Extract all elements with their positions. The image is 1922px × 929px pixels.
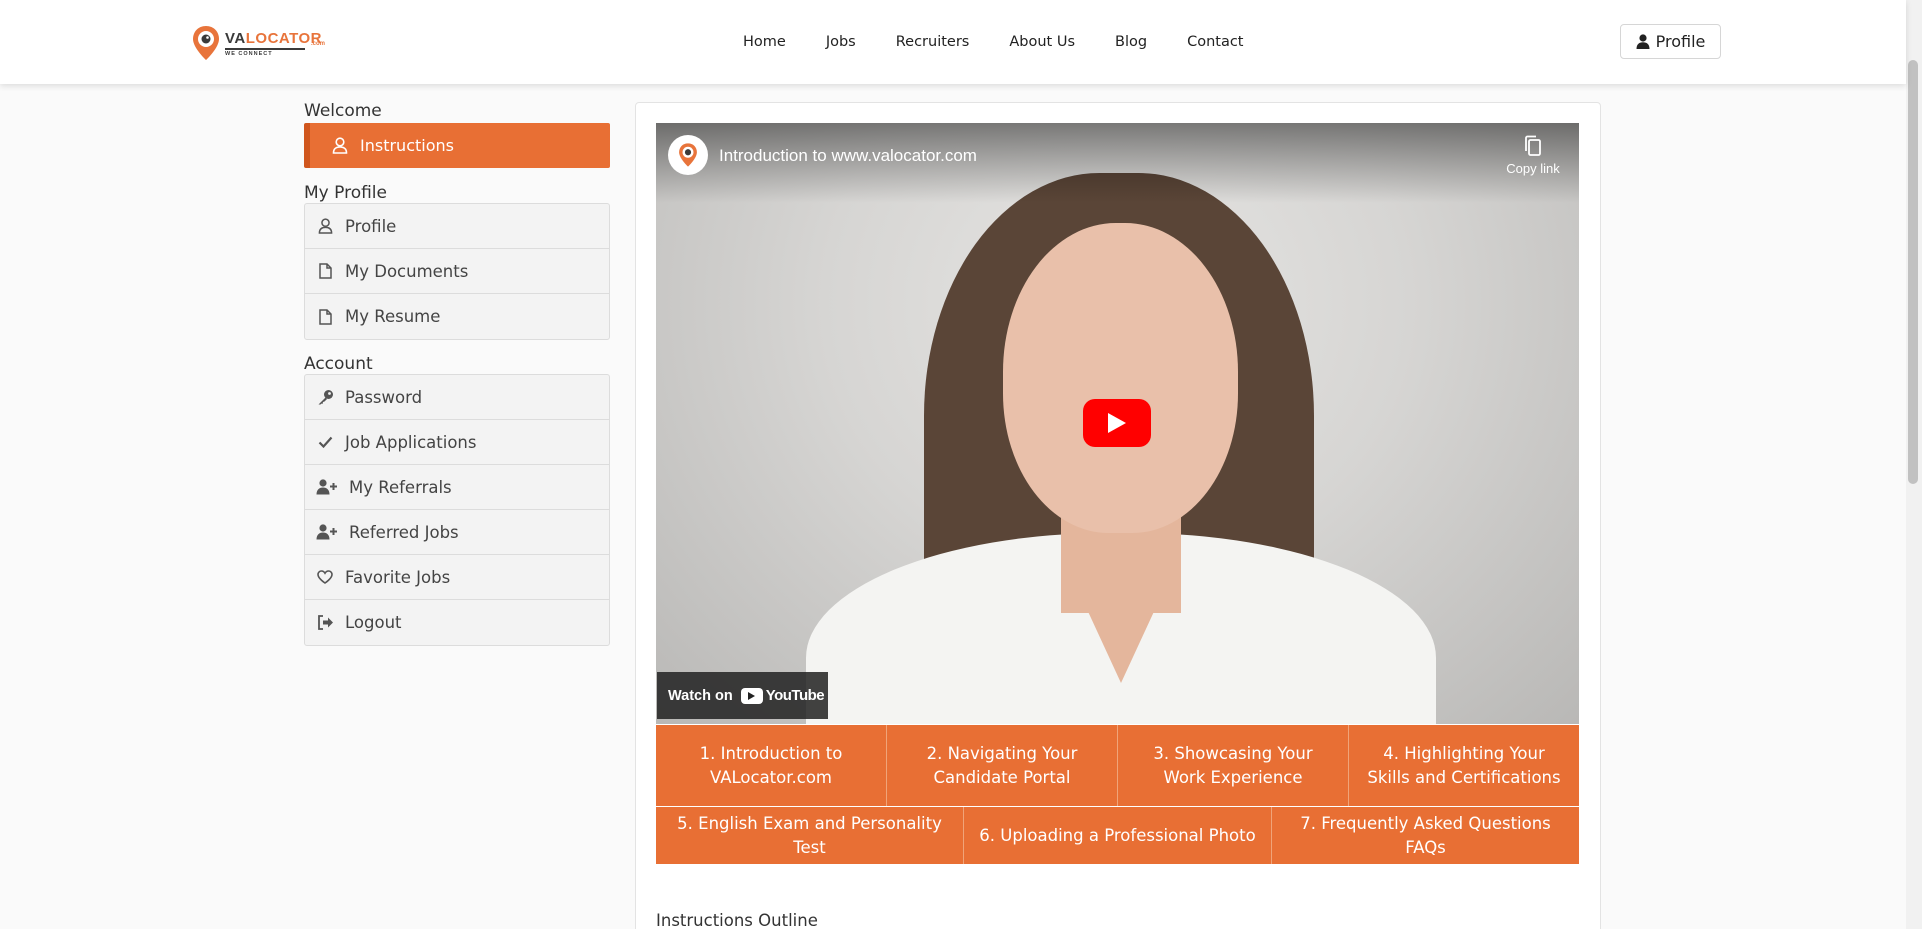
youtube-play-icon <box>740 687 763 704</box>
chapter-button[interactable]: 2. Navigating Your Candidate Portal <box>887 725 1117 806</box>
profile-button-label: Profile <box>1655 32 1706 51</box>
valocator-logo[interactable]: VALOCATOR .com WE CONNECT <box>191 24 331 62</box>
sidebar-item-my-resume[interactable]: My Resume <box>305 294 609 339</box>
youtube-wordmark: YouTube <box>765 687 825 704</box>
sidebar-item-label: Profile <box>345 216 397 236</box>
watch-on-label: Watch on <box>668 687 733 704</box>
document-icon <box>315 307 335 327</box>
sidebar-item-my-referrals[interactable]: My Referrals <box>305 465 609 510</box>
logo-underline <box>225 48 305 50</box>
sidebar-item-label: My Resume <box>345 307 441 326</box>
sidebar-item-referred-jobs[interactable]: Referred Jobs <box>305 510 609 555</box>
thumbnail-figure <box>1003 223 1238 533</box>
chapter-button[interactable]: 1. Introduction to VALocator.com <box>656 725 886 806</box>
map-pin-icon <box>679 143 697 167</box>
nav-blog[interactable]: Blog <box>1115 34 1147 50</box>
logo-wordmark: VALOCATOR <box>225 30 323 47</box>
chapter-button[interactable]: 4. Highlighting Your Skills and Certific… <box>1349 725 1579 806</box>
chapter-button[interactable]: 6. Uploading a Professional Photo <box>964 807 1271 864</box>
play-icon <box>1108 413 1126 433</box>
sidebar-item-label: My Documents <box>345 261 469 281</box>
chapter-button[interactable]: 7. Frequently Asked Questions FAQs <box>1272 807 1579 864</box>
sidebar-item-my-documents[interactable]: My Documents <box>305 249 609 294</box>
user-plus-icon <box>315 477 339 497</box>
heart-icon <box>315 567 335 587</box>
instructions-outline-heading: Instructions Outline <box>656 911 818 929</box>
sidebar-item-label: Favorite Jobs <box>345 567 451 587</box>
chapter-buttons-row-2: 5. English Exam and Personality Test 6. … <box>656 807 1579 864</box>
account-heading: Account <box>304 354 373 374</box>
check-icon <box>315 432 335 452</box>
chapter-buttons-row-1: 1. Introduction to VALocator.com 2. Navi… <box>656 725 1579 806</box>
logout-icon <box>315 613 335 633</box>
nav-about-us[interactable]: About Us <box>1009 34 1075 50</box>
welcome-heading: Welcome <box>304 101 382 121</box>
profile-button[interactable]: Profile <box>1620 24 1721 59</box>
copy-icon <box>1525 135 1541 156</box>
user-icon <box>315 216 335 236</box>
document-icon <box>315 261 335 281</box>
logo-suffix: .com <box>311 41 326 47</box>
main-nav: Home Jobs Recruiters About Us Blog Conta… <box>743 0 1284 84</box>
sidebar-item-logout[interactable]: Logout <box>305 600 609 645</box>
user-icon <box>1636 34 1650 49</box>
logo-tagline: WE CONNECT <box>225 51 273 57</box>
my-profile-heading: My Profile <box>304 183 387 203</box>
account-menu: Password Job Applications My Referrals R… <box>304 374 610 646</box>
copy-link-button[interactable]: Copy link <box>1498 135 1568 176</box>
sidebar-item-label: Logout <box>345 613 402 632</box>
map-pin-icon <box>193 26 219 60</box>
play-button[interactable] <box>1083 399 1151 447</box>
sidebar-item-label: My Referrals <box>349 477 452 497</box>
user-plus-icon <box>315 522 339 542</box>
youtube-video-player[interactable]: Introduction to www.valocator.com Copy l… <box>656 123 1579 724</box>
sidebar-item-label: Referred Jobs <box>349 522 459 542</box>
nav-home[interactable]: Home <box>743 34 786 50</box>
profile-menu: Profile My Documents My Resume <box>304 203 610 340</box>
chapter-button[interactable]: 5. English Exam and Personality Test <box>656 807 963 864</box>
sidebar-item-favorite-jobs[interactable]: Favorite Jobs <box>305 555 609 600</box>
sidebar-item-instructions[interactable]: Instructions <box>304 123 610 168</box>
chapter-button[interactable]: 3. Showcasing Your Work Experience <box>1118 725 1348 806</box>
sidebar-item-label: Password <box>345 387 423 407</box>
youtube-logo: YouTube <box>740 687 825 704</box>
user-icon <box>330 136 350 156</box>
sidebar-item-label: Job Applications <box>345 432 477 452</box>
watch-on-youtube-button[interactable]: Watch on YouTube <box>657 672 828 719</box>
sidebar-item-label: Instructions <box>360 136 454 155</box>
sidebar-item-password[interactable]: Password <box>305 375 609 420</box>
thumbnail-figure <box>1061 553 1181 683</box>
channel-avatar[interactable] <box>668 135 708 175</box>
nav-contact[interactable]: Contact <box>1187 34 1243 50</box>
sidebar-item-profile[interactable]: Profile <box>305 204 609 249</box>
sidebar-item-job-applications[interactable]: Job Applications <box>305 420 609 465</box>
video-title[interactable]: Introduction to www.valocator.com <box>719 146 977 166</box>
scrollbar-thumb[interactable] <box>1908 60 1918 484</box>
top-navbar: VALOCATOR .com WE CONNECT Home Jobs Recr… <box>0 0 1906 84</box>
nav-jobs[interactable]: Jobs <box>826 34 856 50</box>
nav-recruiters[interactable]: Recruiters <box>896 34 970 50</box>
copy-link-label: Copy link <box>1506 161 1560 176</box>
key-icon <box>315 387 335 407</box>
